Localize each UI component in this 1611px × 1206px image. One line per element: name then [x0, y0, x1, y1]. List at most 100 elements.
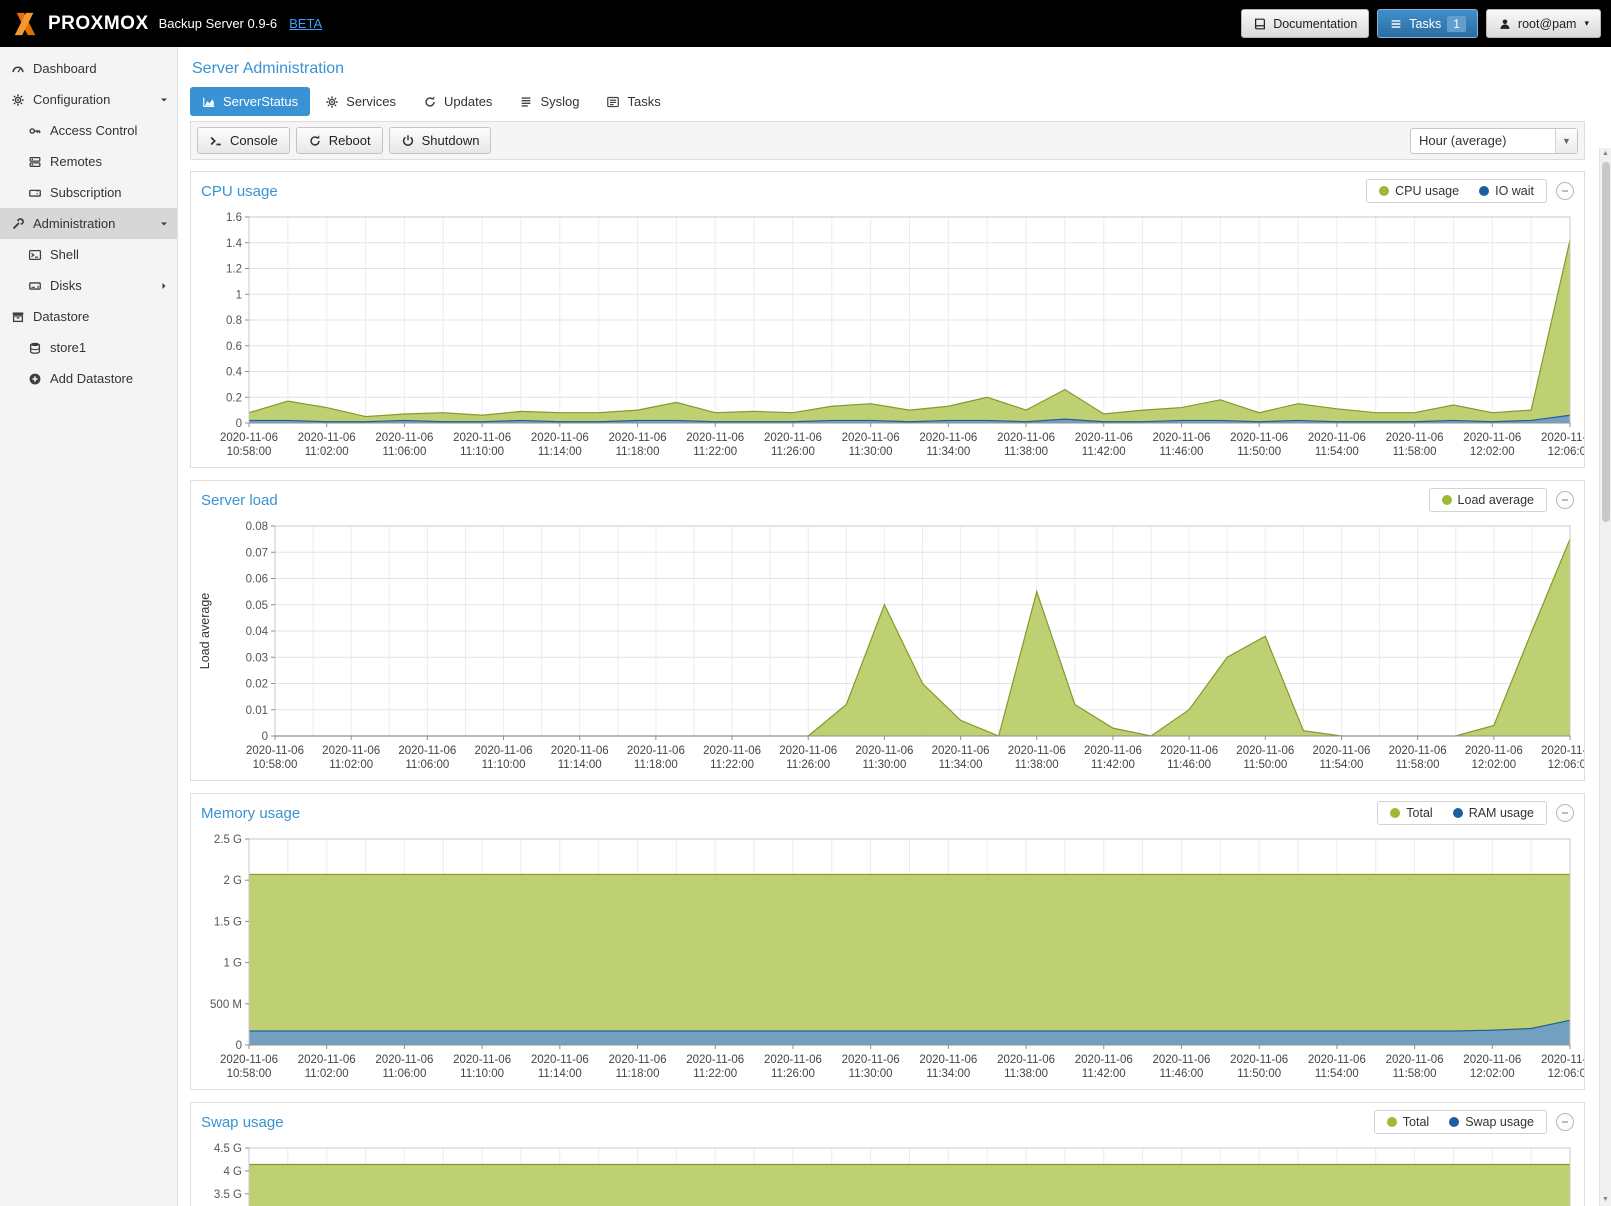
sidebar-item-label: Administration	[33, 216, 115, 231]
sidebar-item-access-control[interactable]: Access Control	[0, 115, 177, 146]
svg-text:0: 0	[262, 731, 268, 743]
shutdown-button[interactable]: Shutdown	[389, 127, 492, 154]
svg-text:2020-11-06: 2020-11-06	[842, 1054, 900, 1066]
svg-text:1.4: 1.4	[226, 238, 243, 250]
caret-down-icon	[158, 218, 170, 230]
svg-text:11:34:00: 11:34:00	[939, 759, 983, 771]
svg-text:11:26:00: 11:26:00	[771, 446, 815, 458]
refresh-icon	[308, 134, 322, 148]
database-icon	[28, 341, 42, 355]
timeframe-select[interactable]: Hour (average) ▼	[1410, 128, 1578, 154]
ticket-icon	[28, 186, 42, 200]
chart-area-icon	[202, 95, 216, 109]
archive-icon	[11, 310, 25, 324]
sidebar-item-label: Subscription	[50, 185, 122, 200]
chart-host: 00.010.020.030.040.050.060.070.082020-11…	[191, 518, 1584, 780]
panels-container: CPU usageCPU usageIO wait00.20.40.60.811…	[190, 171, 1585, 1206]
svg-text:2020-11-06: 2020-11-06	[703, 745, 761, 757]
beta-link[interactable]: BETA	[289, 16, 322, 31]
tab-updates[interactable]: Updates	[411, 87, 504, 116]
tab-bar: ServerStatusServicesUpdatesSyslogTasks	[190, 87, 1585, 116]
scroll-down-arrow[interactable]: ▼	[1600, 1194, 1611, 1206]
svg-text:2020-11-06: 2020-11-06	[531, 432, 589, 444]
svg-text:11:10:00: 11:10:00	[482, 759, 526, 771]
sidebar-item-shell[interactable]: Shell	[0, 239, 177, 270]
tab-syslog[interactable]: Syslog	[507, 87, 591, 116]
collapse-panel-button[interactable]	[1556, 804, 1574, 822]
svg-text:4 G: 4 G	[223, 1166, 242, 1178]
svg-text:2020-11-06: 2020-11-06	[475, 745, 533, 757]
sidebar-item-datastore[interactable]: Datastore	[0, 301, 177, 332]
svg-text:11:58:00: 11:58:00	[1393, 446, 1437, 458]
svg-text:2020-11-06: 2020-11-06	[1386, 432, 1444, 444]
svg-text:2020-11-06: 2020-11-06	[764, 432, 822, 444]
legend-item-cpu-usage[interactable]: CPU usage	[1369, 184, 1469, 198]
svg-text:2020-11-06: 2020-11-06	[1463, 1054, 1521, 1066]
chart-cpu-usage: 00.20.40.60.811.21.41.62020-11-0610:58:0…	[191, 209, 1584, 467]
user-menu-button[interactable]: root@pam ▾	[1486, 9, 1601, 38]
scroll-up-arrow[interactable]: ▲	[1600, 148, 1611, 160]
reboot-button[interactable]: Reboot	[296, 127, 383, 154]
collapse-panel-button[interactable]	[1556, 182, 1574, 200]
sidebar-item-label: Disks	[50, 278, 82, 293]
sidebar-item-administration[interactable]: Administration	[0, 208, 177, 239]
minus-icon	[1559, 807, 1571, 819]
svg-text:2020-11-06: 2020-11-06	[1160, 745, 1218, 757]
sidebar-item-configuration[interactable]: Configuration	[0, 84, 177, 115]
svg-text:11:10:00: 11:10:00	[460, 446, 504, 458]
svg-text:11:02:00: 11:02:00	[305, 1068, 349, 1080]
svg-text:10:58:00: 10:58:00	[227, 1068, 272, 1080]
minus-icon	[1559, 185, 1571, 197]
collapse-panel-button[interactable]	[1556, 1113, 1574, 1131]
svg-text:2020-11-06: 2020-11-06	[298, 1054, 356, 1066]
svg-text:2020-11-06: 2020-11-06	[1308, 1054, 1366, 1066]
combo-trigger[interactable]: ▼	[1555, 129, 1577, 153]
svg-text:2020-11-06: 2020-11-06	[932, 745, 990, 757]
collapse-panel-button[interactable]	[1556, 491, 1574, 509]
svg-text:11:26:00: 11:26:00	[786, 759, 830, 771]
legend-dot	[1479, 186, 1489, 196]
tab-services[interactable]: Services	[313, 87, 408, 116]
svg-text:11:22:00: 11:22:00	[693, 446, 737, 458]
sidebar-item-remotes[interactable]: Remotes	[0, 146, 177, 177]
console-button[interactable]: Console	[197, 127, 290, 154]
legend-item-total[interactable]: Total	[1377, 1115, 1439, 1129]
svg-text:2020-11-06: 2020-11-06	[220, 432, 278, 444]
svg-text:0.02: 0.02	[246, 679, 268, 691]
toolbar: ConsoleRebootShutdown Hour (average) ▼	[190, 121, 1585, 160]
svg-text:11:46:00: 11:46:00	[1160, 446, 1204, 458]
documentation-button[interactable]: Documentation	[1241, 9, 1369, 38]
legend-item-load-average[interactable]: Load average	[1432, 493, 1544, 507]
legend-dot	[1387, 1117, 1397, 1127]
tasks-icon	[606, 95, 620, 109]
svg-text:2020-11-06: 2020-11-06	[842, 432, 900, 444]
svg-text:2020-11-06: 2020-11-06	[1152, 1054, 1210, 1066]
legend-item-ram-usage[interactable]: RAM usage	[1443, 806, 1544, 820]
legend-item-total[interactable]: Total	[1380, 806, 1442, 820]
svg-text:11:38:00: 11:38:00	[1015, 759, 1059, 771]
sidebar-item-store1[interactable]: store1	[0, 332, 177, 363]
scrollbar-thumb[interactable]	[1602, 162, 1610, 522]
svg-text:2020-11-06: 2020-11-06	[298, 432, 356, 444]
sidebar-item-label: store1	[50, 340, 86, 355]
tab-serverstatus[interactable]: ServerStatus	[190, 87, 310, 116]
svg-text:2 G: 2 G	[223, 875, 242, 887]
svg-text:2020-11-06: 2020-11-06	[1386, 1054, 1444, 1066]
sidebar-item-disks[interactable]: Disks	[0, 270, 177, 301]
svg-text:2020-11-06: 2020-11-06	[919, 1054, 977, 1066]
svg-text:2020-11-06: 2020-11-06	[1152, 432, 1210, 444]
sidebar-item-dashboard[interactable]: Dashboard	[0, 53, 177, 84]
sidebar-item-subscription[interactable]: Subscription	[0, 177, 177, 208]
sidebar-item-label: Dashboard	[33, 61, 97, 76]
tasks-button[interactable]: Tasks 1	[1377, 9, 1478, 38]
tab-tasks[interactable]: Tasks	[594, 87, 672, 116]
svg-text:10:58:00: 10:58:00	[253, 759, 298, 771]
svg-text:2020-11-06: 2020-11-06	[246, 745, 304, 757]
svg-text:2.5 G: 2.5 G	[214, 834, 242, 846]
user-icon	[1498, 17, 1512, 31]
content-scrollbar[interactable]: ▲ ▼	[1599, 148, 1611, 1206]
legend-item-io-wait[interactable]: IO wait	[1469, 184, 1544, 198]
gauge-icon	[11, 62, 25, 76]
legend-item-swap-usage[interactable]: Swap usage	[1439, 1115, 1544, 1129]
sidebar-item-add-datastore[interactable]: Add Datastore	[0, 363, 177, 394]
